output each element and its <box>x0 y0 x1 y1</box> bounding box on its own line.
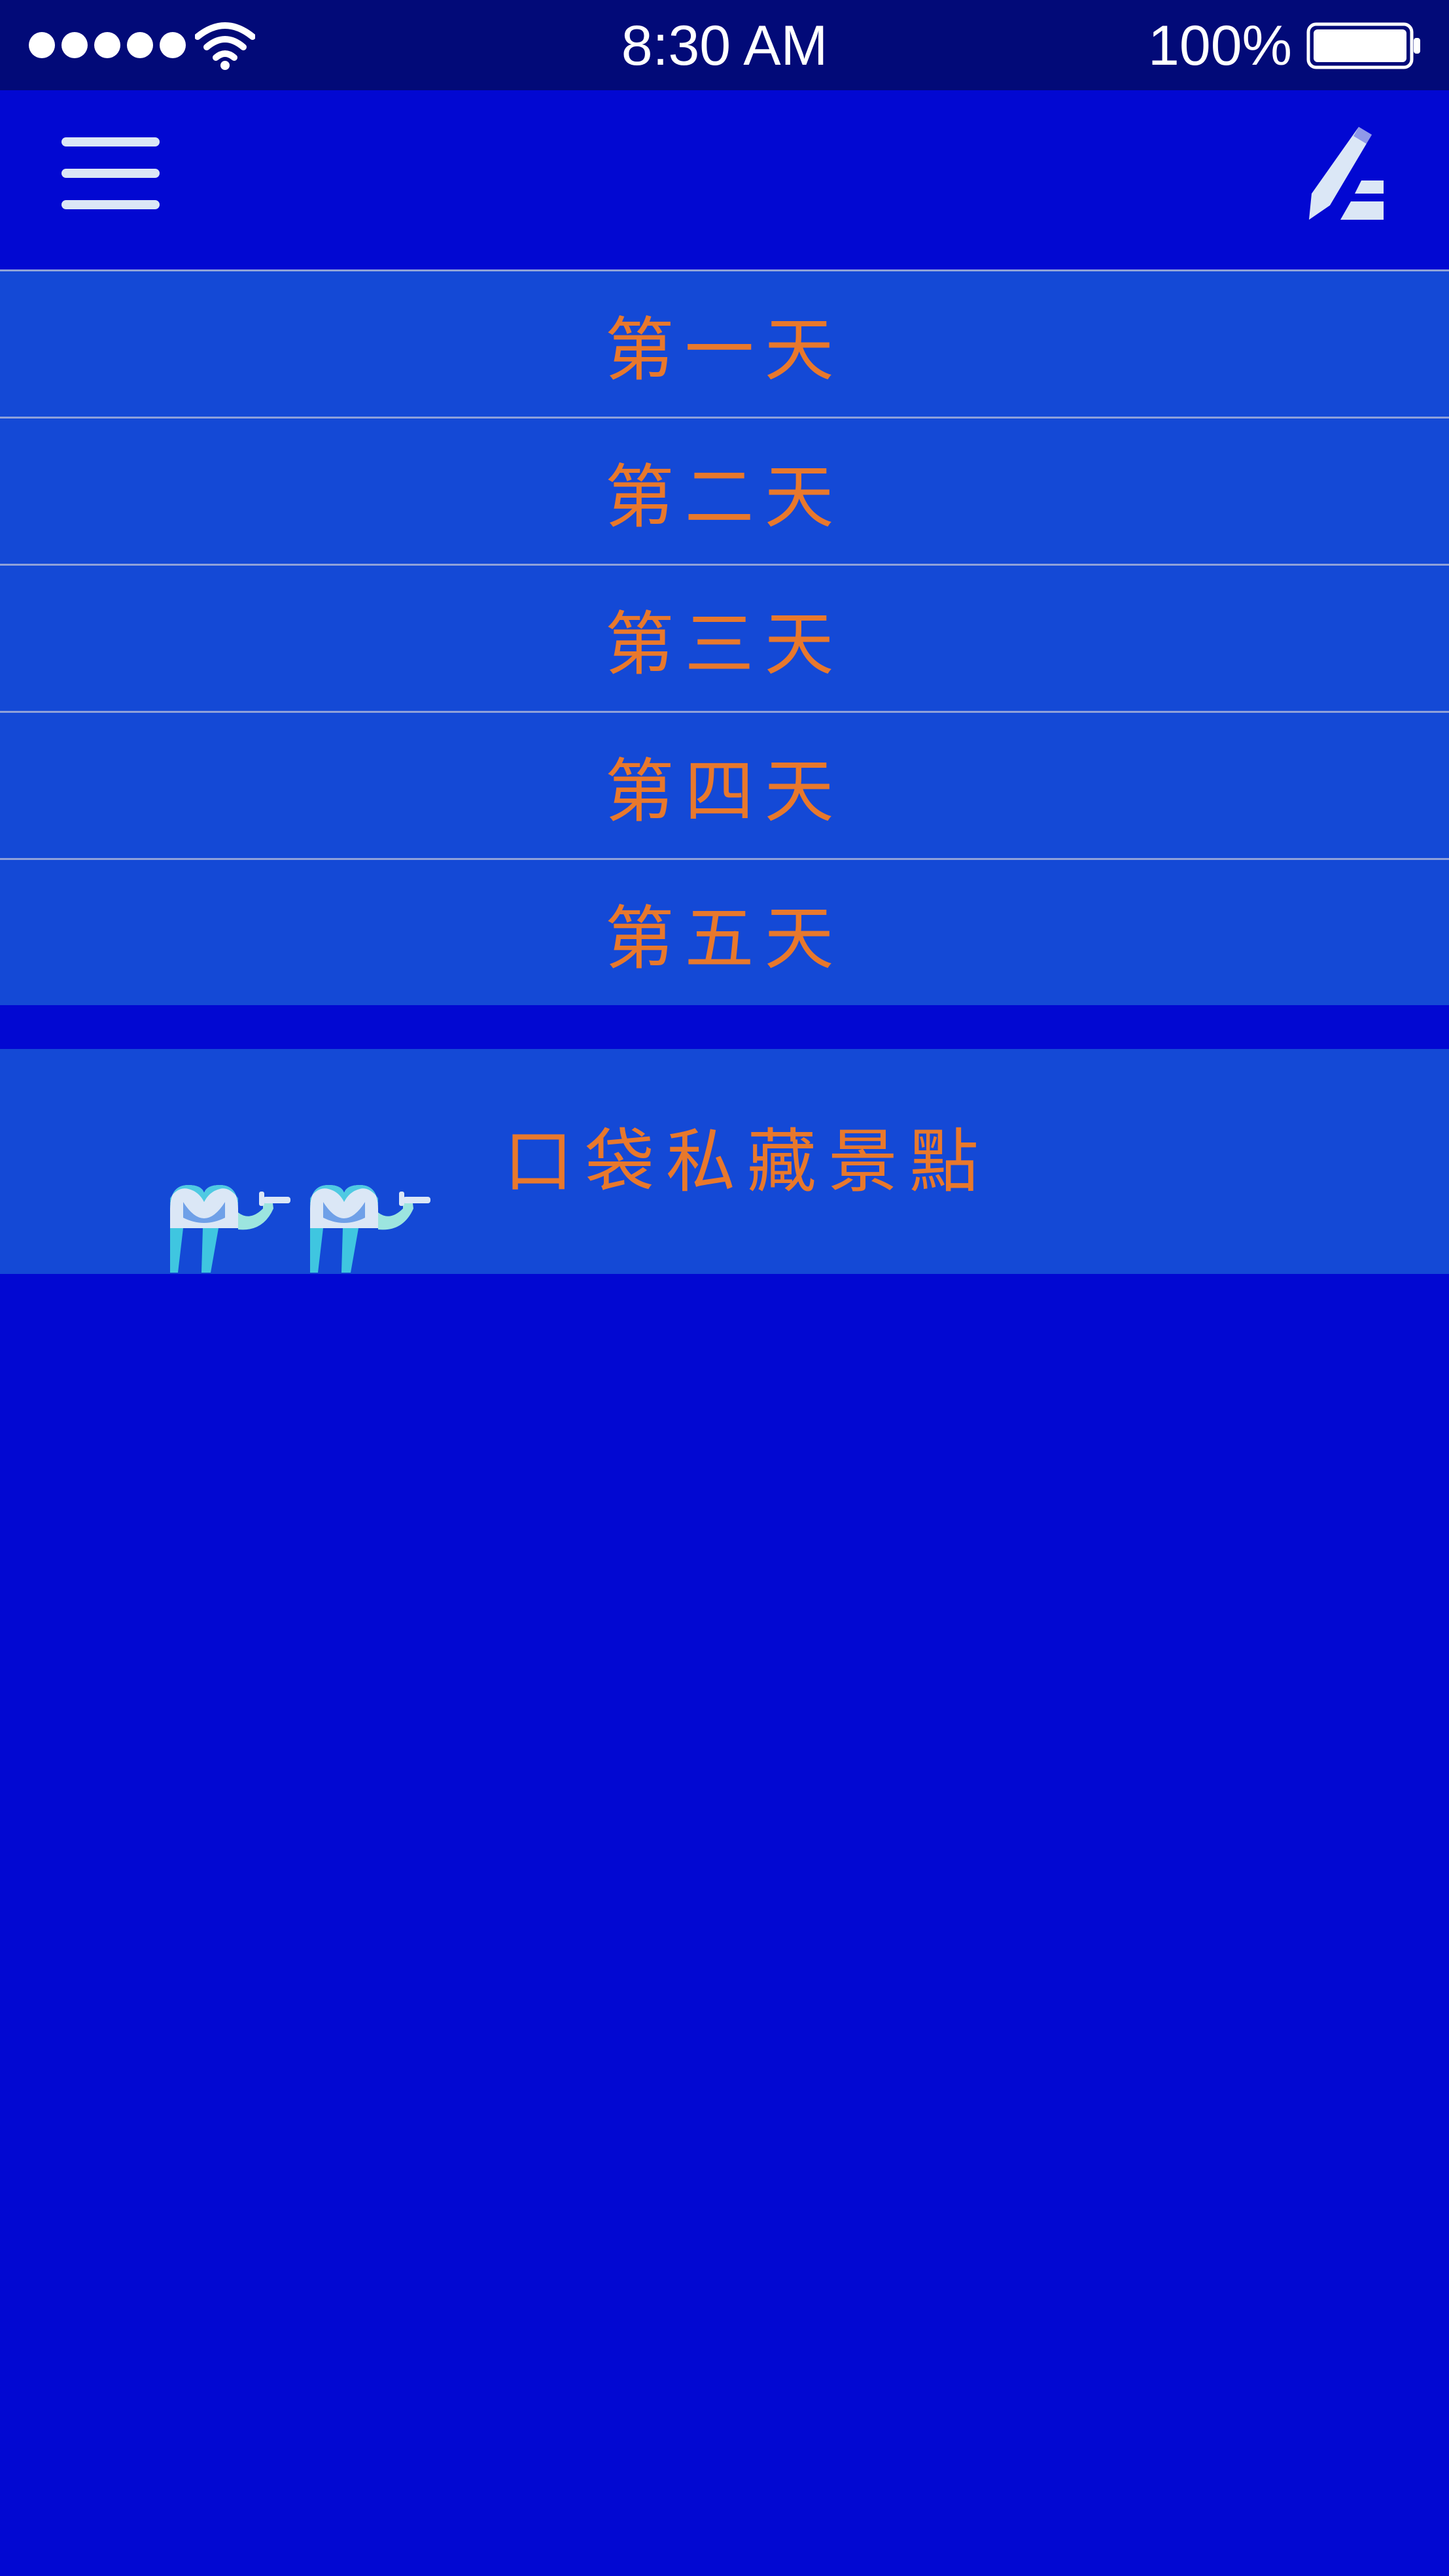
hidden-spots-label: 口袋私藏景點 <box>504 1122 990 1202</box>
menu-line <box>61 137 160 146</box>
day-item-3[interactable]: 第三天 <box>0 566 1449 713</box>
day-item-4[interactable]: 第四天 <box>0 713 1449 860</box>
edit-icon[interactable] <box>1304 124 1389 222</box>
day-label: 第五天 <box>604 899 845 979</box>
day-item-2[interactable]: 第二天 <box>0 419 1449 566</box>
menu-icon[interactable] <box>61 137 160 209</box>
day-label: 第二天 <box>604 457 845 538</box>
day-label: 第三天 <box>604 604 845 685</box>
battery-icon <box>1306 22 1420 69</box>
day-label: 第一天 <box>604 310 845 390</box>
menu-line <box>61 169 160 178</box>
camel-icon <box>170 1185 290 1273</box>
app-screen: 8:30 AM 100% 第一天 第二天 第三天 第四天 第五天 口袋私藏景點 <box>0 0 1449 2576</box>
day-list: 第一天 第二天 第三天 第四天 第五天 <box>0 269 1449 1005</box>
menu-line <box>61 200 160 209</box>
status-bar: 8:30 AM 100% <box>0 0 1449 90</box>
hidden-spots-item[interactable]: 口袋私藏景點 <box>0 1049 1449 1274</box>
day-item-5[interactable]: 第五天 <box>0 860 1449 1005</box>
battery-percent: 100% <box>1148 14 1292 77</box>
day-item-1[interactable]: 第一天 <box>0 271 1449 419</box>
nav-bar <box>0 90 1449 269</box>
camel-icon <box>310 1185 430 1273</box>
day-label: 第四天 <box>604 751 845 832</box>
